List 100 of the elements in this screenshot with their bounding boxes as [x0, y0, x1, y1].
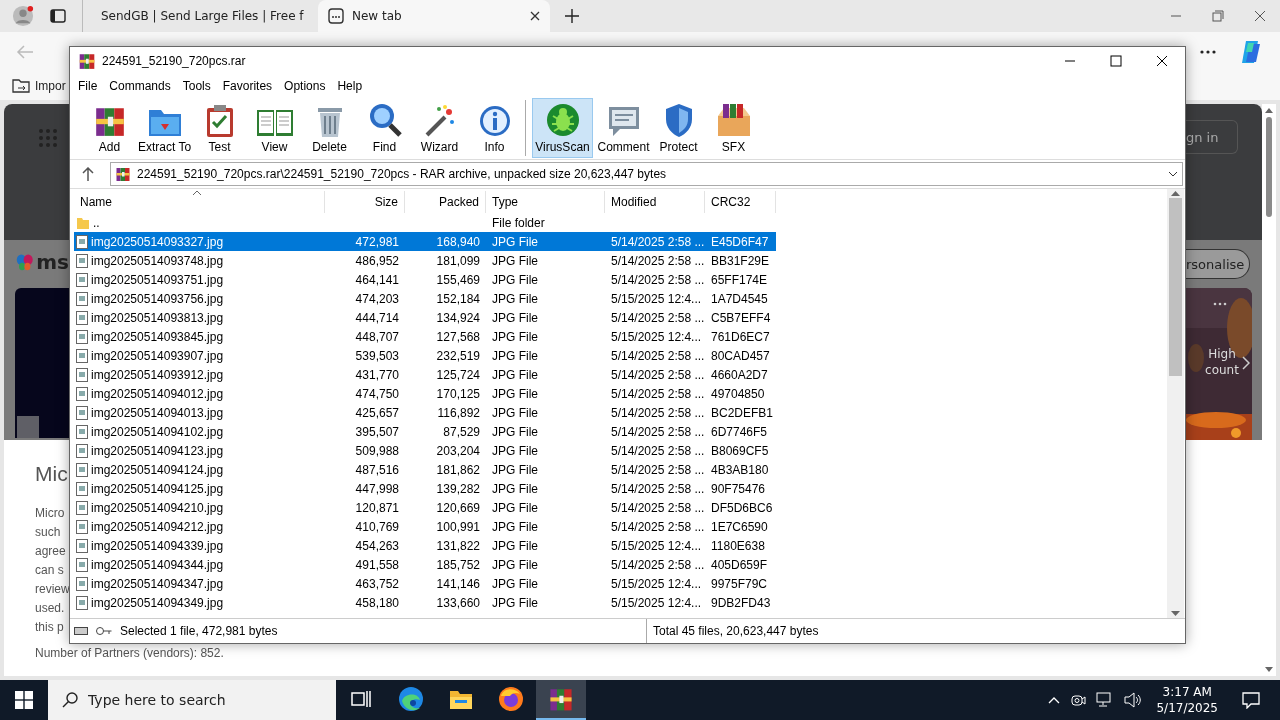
meet-now-icon[interactable] — [1070, 692, 1087, 708]
close-icon[interactable] — [1254, 10, 1266, 22]
file-row[interactable]: img20250514093907.jpg 539,503 232,519 JPG File 5/14/2025 2:58 ... 80CAD457 — [74, 346, 776, 365]
taskbar-app-button[interactable] — [536, 680, 586, 720]
toolbar-button[interactable]: Find — [357, 98, 412, 158]
table-cell-text: 5/14/2025 2:58 ... — [610, 424, 705, 439]
file-row[interactable]: img20250514093845.jpg 448,707 127,568 JPG File 5/15/2025 12:4... 761D6EC7 — [74, 327, 776, 346]
file-name: img20250514094125.jpg — [91, 481, 224, 496]
import-favorites-link[interactable]: Impor — [35, 79, 66, 93]
file-row[interactable]: img20250514094212.jpg 410,769 100,991 JPG File 5/14/2025 2:58 ... 1E7C6590 — [74, 517, 776, 536]
file-row[interactable]: img20250514094347.jpg 463,752 141,146 JPG File 5/15/2025 12:4... 9975F79C — [74, 574, 776, 593]
tab-actions-icon[interactable] — [50, 8, 66, 24]
menu-item[interactable]: Tools — [176, 77, 217, 95]
column-header[interactable]: Packed — [405, 191, 486, 213]
column-header[interactable]: Size — [325, 191, 405, 213]
toolbar-button[interactable]: Wizard — [412, 98, 467, 158]
volume-icon[interactable] — [1124, 692, 1143, 708]
file-row[interactable]: img20250514094013.jpg 425,657 116,892 JPG File 5/14/2025 2:58 ... BC2DEFB1 — [74, 403, 776, 422]
table-cell-text: 1A7D4545 — [710, 291, 769, 306]
table-cell-text: 5/14/2025 2:58 ... — [610, 500, 705, 515]
toolbar-button[interactable]: Delete — [302, 98, 357, 158]
file-row[interactable]: img20250514094210.jpg 120,871 120,669 JPG File 5/14/2025 2:58 ... DF5D6BC6 — [74, 498, 776, 517]
table-cell-text: JPG File — [491, 234, 539, 249]
toolbar-button[interactable]: Extract To — [137, 98, 192, 158]
file-name: img20250514094349.jpg — [91, 595, 224, 610]
import-folder-icon[interactable] — [12, 78, 30, 94]
browser-tab[interactable]: New tab — [318, 0, 550, 32]
toolbar-button[interactable]: Test — [192, 98, 247, 158]
file-row[interactable]: img20250514094344.jpg 491,558 185,752 JPG File 5/14/2025 2:58 ... 405D659F — [74, 555, 776, 574]
scroll-up-icon[interactable] — [1171, 191, 1180, 196]
scroll-down-icon[interactable] — [1171, 611, 1180, 616]
file-row[interactable]: .. File folder — [74, 213, 776, 232]
more-options-icon[interactable] — [1200, 50, 1216, 54]
table-cell-text: 125,724 — [435, 367, 481, 382]
table-cell-text: 486,952 — [354, 253, 400, 268]
file-row[interactable]: img20250514094012.jpg 474,750 170,125 JPG File 5/14/2025 2:58 ... 49704850 — [74, 384, 776, 403]
new-tab-button[interactable] — [564, 8, 580, 24]
page-scrollbar[interactable] — [1262, 104, 1276, 676]
column-header[interactable]: Type — [486, 191, 605, 213]
toolbar-button[interactable]: Add — [82, 98, 137, 158]
winrar-icon — [78, 52, 96, 70]
scroll-up-icon[interactable] — [1265, 108, 1273, 113]
table-cell-text: 410,769 — [354, 519, 400, 534]
chevron-up-icon[interactable] — [1048, 696, 1061, 704]
path-field[interactable]: 224591_52190_720pcs.rar\224591_52190_720pcs - RAR archive, unpacked size 20,623,447 bytes — [110, 162, 1183, 186]
file-row[interactable]: img20250514094123.jpg 509,988 203,204 JPG File 5/14/2025 2:58 ... B8069CF5 — [74, 441, 776, 460]
restore-icon[interactable] — [1212, 10, 1224, 22]
file-row[interactable]: img20250514093327.jpg 472,981 168,940 JPG File 5/14/2025 2:58 ... E45D6F47 — [74, 232, 776, 251]
close-icon[interactable] — [530, 11, 540, 21]
image-file-icon — [76, 481, 88, 496]
profile-avatar-icon[interactable] — [12, 5, 34, 27]
file-row[interactable]: img20250514094349.jpg 458,180 133,660 JPG File 5/15/2025 12:4... 9DB2FD43 — [74, 593, 776, 612]
toolbar-button[interactable]: SFX — [706, 98, 761, 158]
close-icon — [1156, 55, 1168, 67]
personalise-button[interactable]: rsonalise — [1186, 249, 1250, 279]
table-cell-text: 5/15/2025 12:4... — [610, 291, 703, 306]
more-options-icon[interactable] — [1213, 302, 1227, 306]
notifications-icon[interactable] — [1242, 691, 1260, 709]
scroll-down-icon[interactable] — [1265, 667, 1273, 672]
toolbar-button[interactable]: Comment — [596, 98, 651, 158]
toolbar-button[interactable]: VirusScan — [532, 98, 593, 158]
column-header[interactable]: Name — [74, 191, 325, 213]
table-cell-text: JPG File — [491, 500, 539, 515]
file-row[interactable]: img20250514094339.jpg 454,263 131,822 JPG File 5/15/2025 12:4... 1180E638 — [74, 536, 776, 555]
clock-time[interactable]: 3:17 AM — [1162, 684, 1212, 700]
image-file-icon — [76, 272, 88, 287]
menu-item[interactable]: Commands — [103, 77, 177, 95]
toolbar-button[interactable]: Protect — [651, 98, 706, 158]
image-file-icon — [76, 234, 88, 249]
column-header[interactable]: Modified — [605, 191, 705, 213]
dropdown-caret-icon[interactable] — [1168, 171, 1178, 177]
image-file-icon — [76, 424, 88, 439]
menu-item[interactable]: Help — [331, 77, 369, 95]
file-row[interactable]: img20250514094102.jpg 395,507 87,529 JPG File 5/14/2025 2:58 ... 6D7746F5 — [74, 422, 776, 441]
up-arrow-icon[interactable] — [82, 167, 94, 181]
table-cell-text: JPG File — [491, 519, 539, 534]
file-row[interactable]: img20250514093748.jpg 486,952 181,099 JPG File 5/14/2025 2:58 ... BB31F29E — [74, 251, 776, 270]
menu-item[interactable]: Favorites — [216, 77, 279, 95]
toolbar-button[interactable]: View — [247, 98, 302, 158]
menu-item[interactable]: File — [72, 77, 104, 95]
table-cell-text: JPG File — [491, 424, 539, 439]
file-name: img20250514093813.jpg — [91, 310, 224, 325]
taskbar-search-field[interactable]: Type here to search — [48, 680, 336, 720]
table-cell-text: B8069CF5 — [710, 443, 770, 458]
table-cell-text: 458,180 — [354, 595, 400, 610]
file-name: img20250514094123.jpg — [91, 443, 224, 458]
file-row[interactable]: img20250514093751.jpg 464,141 155,469 JPG File 5/14/2025 2:58 ... 65FF174E — [74, 270, 776, 289]
menu-item[interactable]: Options — [278, 77, 332, 95]
chevron-right-icon[interactable] — [1242, 356, 1250, 370]
clock-date[interactable]: 5/17/2025 — [1156, 700, 1218, 716]
file-row[interactable]: img20250514093756.jpg 474,203 152,184 JPG File 5/15/2025 12:4... 1A7D4545 — [74, 289, 776, 308]
file-row[interactable]: img20250514093912.jpg 431,770 125,724 JPG File 5/14/2025 2:58 ... 4660A2D7 — [74, 365, 776, 384]
file-row[interactable]: img20250514094124.jpg 487,516 181,862 JPG File 5/14/2025 2:58 ... 4B3AB180 — [74, 460, 776, 479]
file-row[interactable]: img20250514093813.jpg 444,714 134,924 JPG File 5/14/2025 2:58 ... C5B7EFF4 — [74, 308, 776, 327]
table-cell-text: 139,282 — [435, 481, 481, 496]
task-view-icon — [351, 690, 371, 708]
toolbar-button[interactable]: Info — [467, 98, 522, 158]
column-header[interactable]: CRC32 — [705, 191, 776, 213]
file-row[interactable]: img20250514094125.jpg 447,998 139,282 JPG File 5/14/2025 2:58 ... 90F75476 — [74, 479, 776, 498]
list-scrollbar[interactable] — [1167, 189, 1184, 618]
